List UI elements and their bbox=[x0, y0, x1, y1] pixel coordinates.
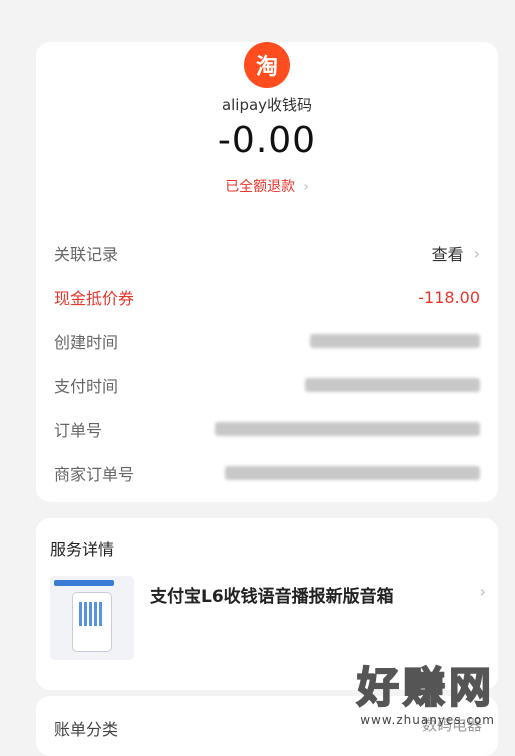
merchant-order-row: 商家订单号 bbox=[54, 458, 480, 488]
product-thumbnail[interactable] bbox=[50, 576, 134, 660]
qr-code-icon bbox=[79, 602, 103, 626]
product-name-link[interactable]: 支付宝L6收钱语音播报新版音箱 bbox=[150, 582, 394, 607]
transaction-amount: -0.00 bbox=[217, 120, 317, 161]
coupon-value: -118.00 bbox=[418, 287, 480, 307]
site-watermark: 好赚网 www.zhuanyes.com bbox=[356, 654, 495, 727]
created-time-label: 创建时间 bbox=[54, 333, 119, 352]
order-number-value-redacted bbox=[215, 422, 480, 436]
related-records-row[interactable]: 关联记录 查看 › bbox=[54, 238, 480, 268]
taobao-logo-icon: 淘 bbox=[244, 42, 290, 88]
merchant-order-value-redacted bbox=[225, 466, 480, 480]
paid-time-label: 支付时间 bbox=[54, 377, 119, 396]
created-time-value-redacted bbox=[310, 334, 480, 348]
merchant-name: alipay收钱码 bbox=[221, 96, 313, 114]
created-time-row: 创建时间 bbox=[54, 326, 480, 356]
logo-char: 淘 bbox=[255, 55, 278, 80]
paid-time-value-redacted bbox=[305, 378, 480, 392]
refund-status-link[interactable]: 已全额退款 › bbox=[36, 176, 498, 196]
service-details-title: 服务详情 bbox=[50, 540, 115, 559]
related-records-label: 关联记录 bbox=[54, 245, 119, 264]
related-records-value: 查看 › bbox=[432, 241, 480, 265]
bill-category-label: 账单分类 bbox=[54, 720, 119, 739]
refund-status-text: 已全额退款 bbox=[225, 179, 296, 195]
order-number-label: 订单号 bbox=[54, 421, 103, 440]
merchant-order-label: 商家订单号 bbox=[54, 465, 135, 484]
transaction-card: 淘 alipay收钱码 -0.00 已全额退款 › 关联记录 查看 › 现金抵价券… bbox=[36, 42, 498, 502]
chevron-right-icon: › bbox=[303, 179, 309, 195]
view-link[interactable]: 查看 bbox=[432, 241, 464, 265]
watermark-logo-text: 好赚网 bbox=[356, 662, 495, 713]
chevron-right-icon: › bbox=[473, 243, 480, 263]
order-number-row: 订单号 bbox=[54, 414, 480, 444]
chevron-right-icon: › bbox=[479, 582, 486, 601]
coupon-row: 现金抵价券 -118.00 bbox=[54, 282, 480, 312]
watermark-url: www.zhuanyes.com bbox=[360, 713, 495, 727]
thumbnail-brand-strip bbox=[54, 580, 114, 586]
coupon-label: 现金抵价券 bbox=[54, 289, 135, 308]
paid-time-row: 支付时间 bbox=[54, 370, 480, 400]
